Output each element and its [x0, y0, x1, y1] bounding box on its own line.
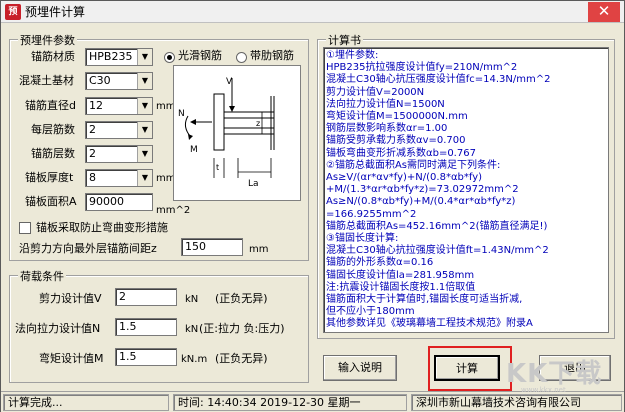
diameter-value: 12 [89, 99, 103, 112]
anchor-diagram: V N M z t La [173, 65, 301, 201]
calc-book-title: 计算书 [326, 32, 363, 48]
moment-note: (正负无异) [215, 352, 268, 365]
calc-result-line: =166.9255mm^2 [326, 208, 417, 220]
window-title: 预埋件计算 [25, 5, 86, 19]
calc-result-line: 其他参数详见《玻璃幕墙工程技术规范》附录A [326, 318, 533, 330]
prevent-bending-checkbox[interactable] [19, 222, 31, 234]
calc-result-line: HPB235抗拉强度设计值fy=210N/mm^2 [326, 62, 518, 74]
moment-label: 弯矩设计值M [39, 352, 104, 365]
calc-result-line: 注:抗震设计锚固长度按1.1倍取值 [326, 281, 476, 293]
thickness-label: 锚板厚度t [25, 171, 74, 184]
watermark-logo: KK下载 [506, 359, 603, 389]
status-bar: 计算完成... 时间: 14:40:34 2019-12-30 星期一 深圳市新… [1, 391, 624, 412]
calc-result-line: 混凝土C30轴心抗压强度设计值fc=14.3N/mm^2 [326, 74, 551, 86]
shear-input[interactable]: 2 [115, 288, 177, 306]
load-conditions-title: 荷载条件 [18, 268, 66, 284]
calculate-highlight [428, 346, 512, 391]
calc-result-line: 剪力设计值V=2000N [326, 86, 425, 98]
diagram-label-v: V [226, 77, 233, 87]
per-layer-label: 每层筋数 [31, 123, 75, 136]
watermark-url: www.kkx.net [521, 386, 566, 394]
layers-value: 2 [89, 147, 96, 160]
chevron-down-icon[interactable]: ▼ [137, 73, 152, 89]
tension-label: 法向拉力设计值N [15, 322, 101, 335]
calc-result-line: 锚筋受剪承载力系数αv=0.700 [326, 135, 466, 147]
diameter-label: 锚筋直径d [25, 99, 76, 112]
material-label: 锚筋材质 [31, 50, 75, 63]
chevron-down-icon[interactable]: ▼ [137, 98, 152, 114]
calc-result-line: 锚固长度设计值la=281.958mm [326, 269, 475, 281]
close-button[interactable]: ✕ [588, 2, 620, 22]
diagram-label-la: La [248, 179, 259, 189]
layers-label: 锚筋层数 [31, 147, 75, 160]
calc-result-line: 锚筋的外形系数α=0.16 [326, 257, 434, 269]
status-time: 时间: 14:40:34 2019-12-30 星期一 [173, 394, 407, 411]
area-label: 锚板面积A [25, 195, 77, 208]
calc-result-line: ②锚筋总截面积As需同时满足下列条件: [326, 159, 501, 171]
material-value: HPB235 [89, 50, 133, 63]
calc-result-line: As≥N/(0.8*αb*fy)+M/(0.4*αr*αb*fy*z) [326, 196, 516, 208]
layers-select[interactable]: 2 ▼ [85, 145, 153, 163]
ribbed-rebar-radio[interactable] [236, 52, 247, 63]
calc-result-line: As≥V/(αr*αv*fy)+N/(0.8*αb*fy) [326, 172, 483, 183]
calc-result-line: 锚板弯曲变形折减系数αb=0.767 [326, 147, 476, 159]
area-input[interactable]: 90000 [85, 193, 153, 211]
spacing-label: 沿剪力方向最外层锚筋间距z [19, 242, 157, 255]
concrete-value: C30 [89, 74, 111, 87]
input-help-button[interactable]: 输入说明 [323, 355, 397, 381]
per-layer-value: 2 [89, 123, 96, 136]
spacing-unit: mm [249, 244, 269, 255]
status-time-value: 14:40:34 2019-12-30 星期一 [207, 396, 361, 409]
shear-unit: kN [185, 294, 199, 305]
per-layer-select[interactable]: 2 ▼ [85, 121, 153, 139]
diagram-label-z: z [256, 119, 260, 128]
material-select[interactable]: HPB235 ▼ [85, 48, 153, 66]
concrete-label: 混凝土基材 [19, 74, 74, 87]
calc-result-line: 锚筋面积大于计算值时,锚固长度可适当折减, [326, 294, 523, 305]
app-window: 预 预埋件计算 ✕ 预埋件参数 锚筋材质 HPB235 ▼ 光滑钢筋 带肋钢筋 … [0, 0, 625, 412]
calc-result-line: ③锚固长度计算: [326, 233, 399, 244]
calc-result-line: 钢筋层数影响系数αr=1.00 [326, 123, 448, 135]
calc-result-line: 但不应小于180mm [326, 306, 415, 318]
calc-result-line: 弯矩设计值M=1500000N.mm [326, 111, 468, 122]
calc-result-line: 混凝土C30轴心抗拉强度设计值ft=1.43N/mm^2 [326, 245, 549, 257]
moment-unit: kN.m [181, 354, 208, 365]
moment-input[interactable]: 1.5 [115, 348, 177, 366]
rebar-params-title: 预埋件参数 [18, 32, 77, 48]
tension-unit: kN [185, 324, 199, 335]
smooth-rebar-radio[interactable] [164, 52, 175, 63]
chevron-down-icon[interactable]: ▼ [137, 170, 152, 186]
chevron-down-icon[interactable]: ▼ [137, 49, 152, 65]
status-time-label: 时间: [178, 396, 204, 409]
diagram-label-n: N [178, 109, 185, 119]
calc-result-line: 锚筋总截面积As=452.16mm^2(锚筋直径满足!) [326, 220, 548, 232]
app-icon: 预 [5, 4, 21, 20]
status-company: 深圳市新山幕墙技术咨询有限公司 [411, 394, 622, 411]
tension-input[interactable]: 1.5 [115, 318, 177, 336]
prevent-bending-label[interactable]: 锚板采取防止弯曲变形措施 [36, 218, 168, 238]
chevron-down-icon[interactable]: ▼ [137, 122, 152, 138]
spacing-input[interactable]: 150 [181, 238, 243, 256]
concrete-select[interactable]: C30 ▼ [85, 72, 153, 90]
status-text: 计算完成... [3, 394, 169, 411]
shear-note: (正负无异) [215, 292, 268, 305]
diagram-label-m: M [190, 145, 198, 155]
diagram-label-t: t [216, 163, 219, 172]
ribbed-rebar-label[interactable]: 带肋钢筋 [250, 46, 294, 66]
title-bar: 预 预埋件计算 ✕ [1, 1, 624, 23]
calc-result-line: ①埋件参数: [326, 50, 379, 61]
shear-label: 剪力设计值V [39, 292, 102, 305]
calc-result-line: 法向拉力设计值N=1500N [326, 98, 445, 110]
anchor-diagram-svg: V N M z t La [178, 77, 275, 189]
diameter-select[interactable]: 12 ▼ [85, 97, 153, 115]
chevron-down-icon[interactable]: ▼ [137, 146, 152, 162]
thickness-select[interactable]: 8 ▼ [85, 169, 153, 187]
smooth-rebar-label[interactable]: 光滑钢筋 [178, 46, 222, 66]
tension-note: (正:拉力 负:压力) [199, 322, 285, 335]
thickness-value: 8 [89, 171, 96, 184]
calc-result-line: +M/(1.3*αr*αb*fy*z)=73.02972mm^2 [326, 184, 519, 196]
area-unit: mm^2 [156, 205, 191, 216]
calc-result-text[interactable]: ①埋件参数: HPB235抗拉强度设计值fy=210N/mm^2 混凝土C30轴心抗… [323, 47, 609, 333]
